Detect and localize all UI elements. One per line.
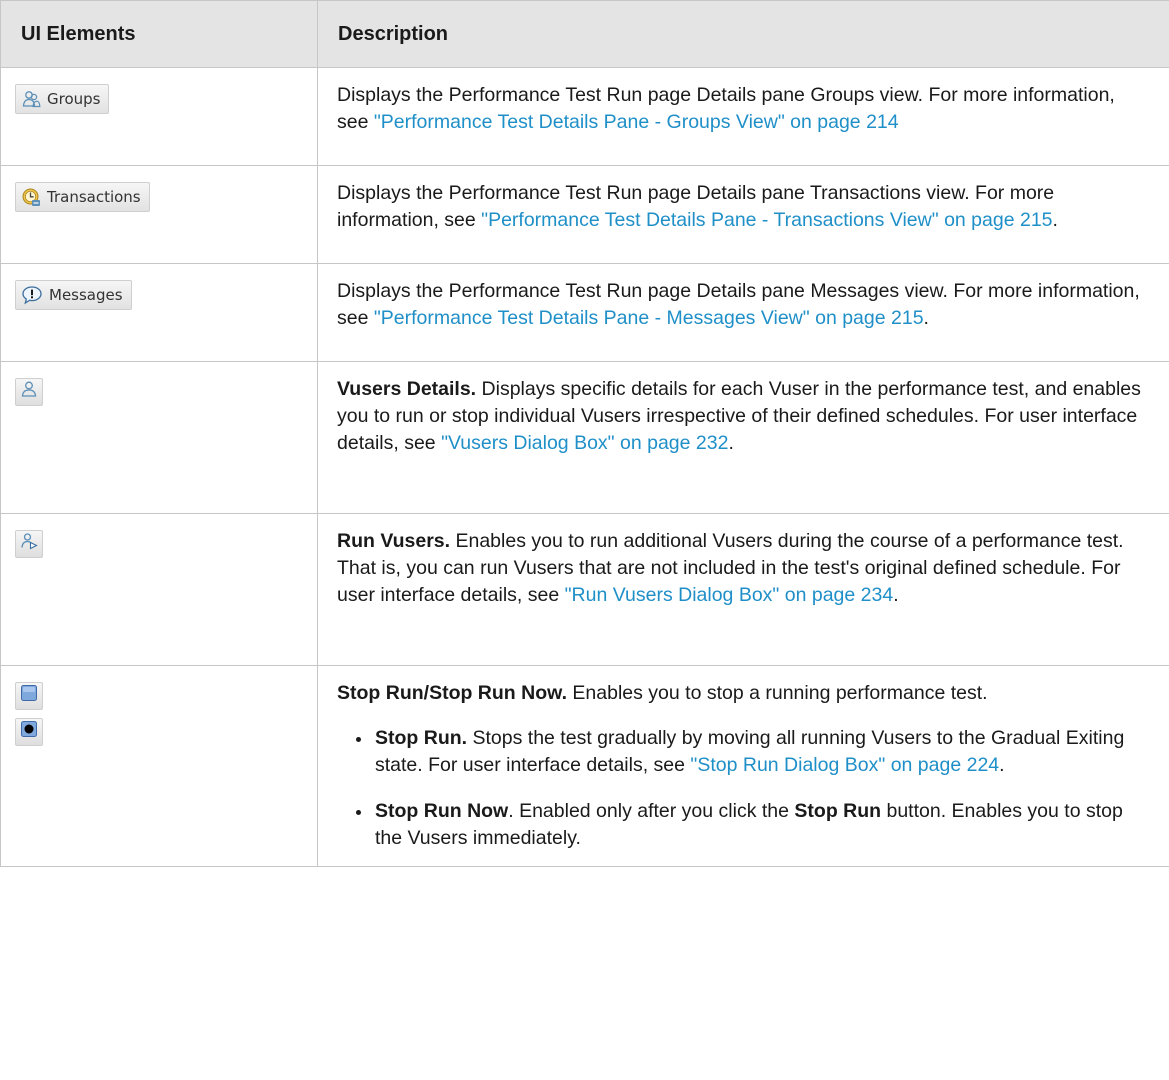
stop-run-dialog-link[interactable]: "Stop Run Dialog Box" on page 224 [690, 754, 999, 776]
description-title: Vusers Details. [337, 378, 477, 400]
messages-icon [21, 285, 43, 305]
stop-run-now-icon [20, 719, 38, 746]
stop-run-button[interactable] [15, 682, 43, 710]
ui-element-cell: Groups [0, 67, 318, 166]
groups-icon [21, 89, 41, 109]
table-row: Groups Displays the Performance Test Run… [0, 67, 1169, 166]
groups-button[interactable]: Groups [15, 84, 110, 114]
description-cell: Vusers Details. Displays specific detail… [317, 361, 1169, 514]
transactions-view-link[interactable]: "Performance Test Details Pane - Transac… [481, 209, 1052, 231]
ui-element-cell [0, 665, 318, 867]
description-tail: . [1052, 209, 1058, 231]
description-cell: Run Vusers. Enables you to run additiona… [317, 513, 1169, 666]
bullet-tail: . [999, 754, 1005, 776]
description-title: Run Vusers. [337, 530, 451, 552]
groups-button-label: Groups [47, 89, 101, 108]
description-title: Stop Run/Stop Run Now. [337, 682, 567, 704]
ui-element-cell [0, 361, 318, 514]
description-cell: Displays the Performance Test Run page D… [317, 165, 1169, 264]
list-item: Stop Run Now. Enabled only after you cli… [356, 798, 1149, 852]
bullet-emphasis: Stop Run [794, 800, 882, 822]
bullet-text: . Enabled only after you click the [508, 800, 795, 822]
list-item: Stop Run. Stops the test gradually by mo… [356, 725, 1149, 779]
table-row: Run Vusers. Enables you to run additiona… [0, 513, 1169, 666]
messages-button-label: Messages [49, 285, 123, 304]
stop-run-icon [20, 683, 38, 710]
run-vusers-dialog-link[interactable]: "Run Vusers Dialog Box" on page 234 [565, 584, 894, 606]
ui-element-cell: Messages [0, 263, 318, 362]
vusers-details-icon [20, 379, 38, 406]
header-description: Description [317, 0, 1169, 68]
table-header-row: UI Elements Description [0, 0, 1169, 68]
bullet-title: Stop Run. [375, 727, 468, 749]
transactions-button[interactable]: Transactions [15, 182, 150, 212]
run-vusers-icon [20, 531, 38, 558]
messages-button[interactable]: Messages [15, 280, 132, 310]
vusers-dialog-link[interactable]: "Vusers Dialog Box" on page 232 [441, 432, 728, 454]
description-cell: Displays the Performance Test Run page D… [317, 67, 1169, 166]
header-ui-elements: UI Elements [0, 0, 318, 68]
transactions-icon [21, 187, 41, 207]
stop-run-now-button[interactable] [15, 718, 43, 746]
table-row: Messages Displays the Performance Test R… [0, 263, 1169, 362]
stop-options-list: Stop Run. Stops the test gradually by mo… [337, 725, 1149, 852]
table-row: Transactions Displays the Performance Te… [0, 165, 1169, 264]
bullet-title: Stop Run Now [375, 800, 509, 822]
description-cell: Stop Run/Stop Run Now. Enables you to st… [317, 665, 1169, 867]
groups-view-link[interactable]: "Performance Test Details Pane - Groups … [374, 111, 899, 133]
description-tail: . [923, 307, 929, 329]
description-text: Enables you to stop a running performanc… [566, 682, 988, 704]
table-row: Vusers Details. Displays specific detail… [0, 361, 1169, 514]
stop-run-summary: Stop Run/Stop Run Now. Enables you to st… [337, 680, 1149, 707]
ui-elements-table: UI Elements Description Groups Displays … [0, 0, 1169, 867]
description-tail: . [728, 432, 734, 454]
transactions-button-label: Transactions [47, 187, 141, 206]
description-cell: Displays the Performance Test Run page D… [317, 263, 1169, 362]
ui-element-cell [0, 513, 318, 666]
description-tail: . [893, 584, 899, 606]
table-row: Stop Run/Stop Run Now. Enables you to st… [0, 665, 1169, 867]
messages-view-link[interactable]: "Performance Test Details Pane - Message… [374, 307, 924, 329]
run-vusers-button[interactable] [15, 530, 43, 558]
ui-element-cell: Transactions [0, 165, 318, 264]
vusers-details-button[interactable] [15, 378, 43, 406]
